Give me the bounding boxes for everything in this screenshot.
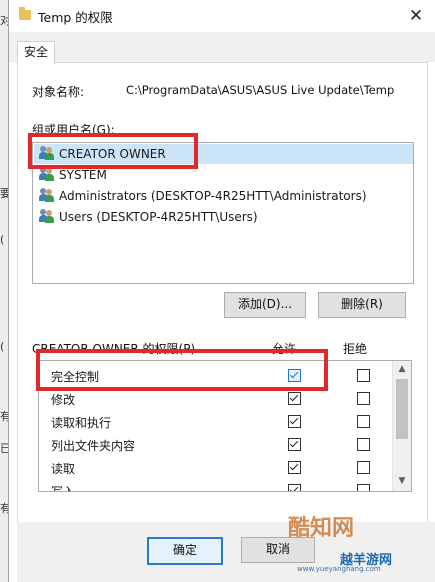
allow-checkbox[interactable]	[288, 415, 301, 428]
watermark-brand: 越羊游网	[340, 553, 393, 568]
deny-checkbox[interactable]	[357, 392, 370, 405]
vertical-scrollbar[interactable]: ▲ ▼	[392, 361, 411, 491]
permission-row: 列出文件夹内容	[39, 433, 392, 456]
permission-name: 读取	[51, 462, 76, 476]
window-title: Temp 的权限	[38, 10, 113, 25]
bg-char: (	[0, 233, 5, 246]
permission-name: 列出文件夹内容	[51, 439, 136, 453]
highlight-box-full-control	[36, 349, 328, 391]
permission-row: 读取	[39, 456, 392, 479]
deny-checkbox[interactable]	[357, 484, 370, 491]
allow-checkbox[interactable]	[288, 438, 301, 451]
deny-checkbox[interactable]	[357, 438, 370, 451]
scroll-thumb[interactable]	[396, 379, 408, 439]
object-name-label: 对象名称:	[32, 85, 85, 99]
list-item-administrators[interactable]: Administrators (DESKTOP-4R25HTT\Administ…	[39, 186, 367, 206]
permission-name: 读取和执行	[51, 416, 112, 430]
add-button[interactable]: 添加(D)...	[224, 292, 306, 318]
close-button[interactable]: ✕	[401, 3, 431, 29]
scroll-down-icon[interactable]: ▼	[393, 473, 411, 490]
bg-char: (	[0, 340, 5, 353]
title-bar[interactable]: Temp 的权限 ✕	[9, 0, 435, 32]
list-item-label: SYSTEM	[59, 168, 107, 182]
ok-button[interactable]: 确定	[147, 537, 223, 565]
allow-checkbox[interactable]	[288, 484, 301, 491]
list-item-users[interactable]: Users (DESKTOP-4R25HTT\Users)	[39, 207, 258, 227]
tab-strip	[9, 32, 435, 62]
permission-row: 写入	[39, 479, 392, 492]
deny-checkbox[interactable]	[357, 461, 370, 474]
permission-row: 读取和执行	[39, 410, 392, 433]
remove-button[interactable]: 删除(R)	[318, 292, 406, 318]
allow-checkbox[interactable]	[288, 461, 301, 474]
object-name-value: C:\ProgramData\ASUS\ASUS Live Update\Tem…	[126, 83, 395, 97]
highlight-box-creator-owner	[28, 133, 198, 169]
list-item-label: Administrators (DESKTOP-4R25HTT\Administ…	[59, 189, 367, 203]
users-icon	[39, 188, 56, 202]
watermark-site: 酷知网	[288, 516, 355, 541]
permissions-dialog: Temp 的权限 ✕ 安全 对象名称: C:\ProgramData\ASUS\…	[8, 0, 435, 582]
deny-checkbox[interactable]	[357, 369, 370, 382]
deny-header: 拒绝	[343, 342, 368, 356]
allow-checkbox[interactable]	[288, 392, 301, 405]
deny-checkbox[interactable]	[357, 415, 370, 428]
tab-security[interactable]: 安全	[17, 41, 55, 64]
scroll-up-icon[interactable]: ▲	[393, 361, 411, 378]
users-icon	[39, 209, 56, 223]
users-icon	[39, 167, 56, 181]
permission-name: 写入	[51, 485, 76, 492]
folder-icon	[19, 7, 31, 20]
permission-name: 修改	[51, 393, 76, 407]
list-item-label: Users (DESKTOP-4R25HTT\Users)	[59, 210, 258, 224]
